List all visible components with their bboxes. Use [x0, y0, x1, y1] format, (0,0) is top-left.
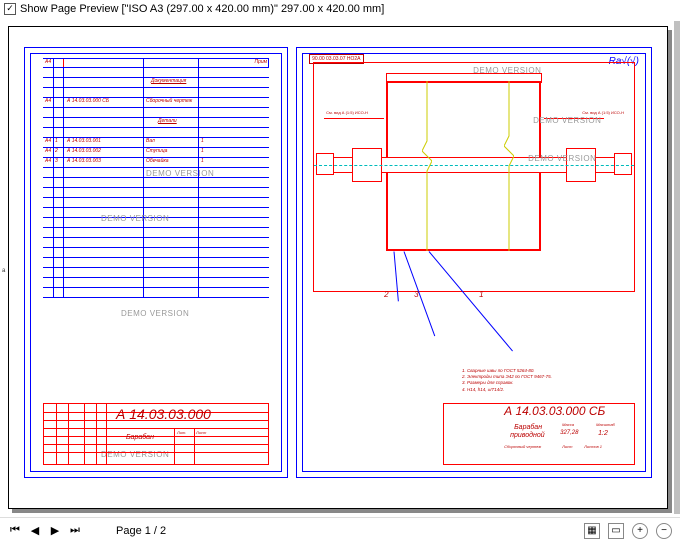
shaft-end-left [316, 153, 334, 175]
vertical-scrollbar[interactable] [674, 21, 680, 514]
prev-page-button[interactable]: ◀ [28, 524, 42, 538]
last-page-button[interactable]: ⏭ [68, 524, 82, 538]
next-page-button[interactable]: ▶ [48, 524, 62, 538]
dim-top [386, 73, 541, 74]
preview-viewport: a A4 Прим Документация [0, 18, 680, 517]
break-line [422, 81, 432, 251]
sheet-spec-border: A4 Прим Документация А4 А 14.03.03.000 С… [30, 53, 282, 472]
asm-titleblock: А 14.03.03.000 СБ Барабан приводной Сбор… [443, 403, 635, 465]
callout-2: 2 [384, 290, 388, 299]
watermark: DEMO VERSION [121, 309, 189, 318]
show-preview-checkbox[interactable]: ✓ [4, 3, 16, 15]
page-preview-label: Show Page Preview ["ISO A3 (297.00 x 420… [20, 3, 384, 15]
tb-lit: Лит. [177, 430, 186, 435]
shaft-end-right [614, 153, 632, 175]
tb-mass-label: Масса [562, 422, 574, 427]
margin-marker: a [2, 268, 5, 274]
bottom-toolbar: ⏮ ◀ ▶ ⏭ Page 1 / 2 ▦ ▭ + − [0, 517, 680, 543]
spec-r3-num: 2 [55, 148, 58, 154]
tb-mass-val: 327,28 [560, 430, 578, 436]
dim-right-label: См. вид А (1:5) ИСО-Н [582, 110, 624, 115]
callout-1: 1 [479, 290, 483, 299]
tb-asm-subtitle: Сборочный чертеж [504, 444, 541, 449]
sheet-asm-border: 90.00 03.03.07 НО2А Ra√(√) [302, 53, 646, 472]
tb-listov2: Листов 1 [584, 444, 602, 449]
note-line: 4. Н14, h14, ±IT14/2. [462, 387, 627, 393]
zoom-out-button[interactable]: − [656, 523, 672, 539]
spec-fmt: A4 [45, 59, 51, 65]
spec-table: A4 Прим Документация А4 А 14.03.03.000 С… [43, 58, 269, 298]
spec-prim: Прим [255, 59, 268, 65]
leader-2 [429, 251, 513, 351]
centerline [314, 165, 634, 166]
spec-r4-code: А 14.03.03.003 [67, 158, 101, 164]
spec-header-parts: Детали [158, 118, 177, 124]
page-frame: A4 Прим Документация А4 А 14.03.03.000 С… [8, 26, 668, 509]
tb-code: А 14.03.03.000 [116, 406, 211, 422]
leader-1 [404, 251, 436, 336]
spec-r2-num: 1 [55, 138, 58, 144]
callout-3: 3 [414, 290, 418, 299]
leader-3 [394, 251, 399, 301]
scrollbar-thumb[interactable] [674, 21, 680, 514]
spec-r4-name: Обечайка [146, 158, 169, 164]
page-indicator: Page 1 / 2 [116, 525, 166, 537]
dim-left-label: См. вид А (1:5) ИСО-Н [326, 110, 368, 115]
zoom-in-button[interactable]: + [632, 523, 648, 539]
tech-requirements: 1. Сварные швы по ГОСТ 5264-80. 2. Элект… [462, 368, 627, 393]
assembly-view: См. вид А (1:5) ИСО-Н См. вид А (1:5) ИС… [313, 62, 635, 292]
spec-r2-qty: 1 [201, 138, 204, 144]
sheet-specification: A4 Прим Документация А4 А 14.03.03.000 С… [24, 47, 288, 478]
tb-asm-name2: приводной [510, 432, 545, 439]
fit-page-button[interactable]: ▭ [608, 523, 624, 539]
tb-name: Барабан [126, 434, 154, 441]
sheet-assembly: 90.00 03.03.07 НО2А Ra√(√) [296, 47, 652, 478]
spec-row-code: А 14.03.03.000 СБ [67, 98, 109, 104]
spec-titleblock: А 14.03.03.000 Барабан Лит. Лист [43, 403, 269, 465]
spec-r4-num: 3 [55, 158, 58, 164]
tb-scale-label: Масштаб [596, 422, 615, 427]
spec-r3-name: Ступица [146, 148, 167, 154]
tb-scale-val: 1:2 [598, 430, 608, 437]
spec-r2-name: Вал [146, 138, 155, 144]
spec-header-doc: Документация [151, 78, 186, 84]
top-toolbar: ✓ Show Page Preview ["ISO A3 (297.00 x 4… [0, 0, 680, 18]
first-page-button[interactable]: ⏮ [8, 524, 22, 538]
tb-list: Лист [196, 430, 206, 435]
tb-asm-name1: Барабан [514, 424, 542, 431]
grid-view-button[interactable]: ▦ [584, 523, 600, 539]
spec-r3-qty: 1 [201, 148, 204, 154]
page-surface: A4 Прим Документация А4 А 14.03.03.000 С… [24, 47, 652, 478]
spec-r2-code: А 14.03.03.001 [67, 138, 101, 144]
spec-r4-qty: 1 [201, 158, 204, 164]
spec-r3-code: А 14.03.03.002 [67, 148, 101, 154]
tb-list2: Лист [562, 444, 572, 449]
spec-row-name: Сборочный чертеж [146, 98, 192, 104]
break-line [504, 81, 514, 251]
tb-asm-code: А 14.03.03.000 СБ [504, 404, 605, 418]
